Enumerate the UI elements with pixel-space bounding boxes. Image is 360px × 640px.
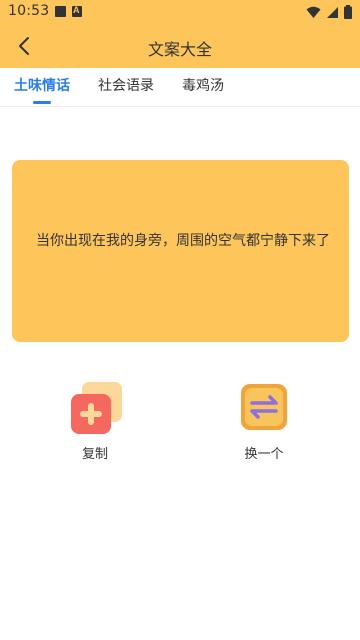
image-icon [55,6,66,17]
status-time: 10:53 [8,3,50,19]
wifi-icon [306,6,321,18]
quote-card: 当你出现在我的身旁，周围的空气都宁静下来了 [12,160,349,342]
tab-bar: 土味情话 社会语录 毒鸡汤 [0,68,360,107]
status-bar: 10:53 [0,0,360,24]
tab-tuwei-qinghua[interactable]: 土味情话 [14,75,70,95]
status-right-icons [306,5,352,19]
status-left-icons [55,5,82,17]
swap-arrows-icon [241,384,287,430]
active-tab-indicator [33,101,51,104]
battery-icon [344,5,352,19]
change-button[interactable]: 换一个 [224,382,304,462]
copy-plus-icon [71,382,122,434]
signal-icon [327,6,338,18]
tab-shehui-yulu[interactable]: 社会语录 [98,75,154,95]
copy-button[interactable]: 复制 [55,382,135,462]
page-title: 文案大全 [147,40,212,59]
change-label: 换一个 [244,447,284,462]
app-bar: 文案大全 [0,24,360,68]
tab-du-jitang[interactable]: 毒鸡汤 [182,75,224,95]
screen: 10:53 文案大全 土味情话 社会语录 [0,0,360,640]
quote-text: 当你出现在我的身旁，周围的空气都宁静下来了 [36,233,330,249]
copy-label: 复制 [81,447,108,462]
a-letter-icon [72,5,82,17]
